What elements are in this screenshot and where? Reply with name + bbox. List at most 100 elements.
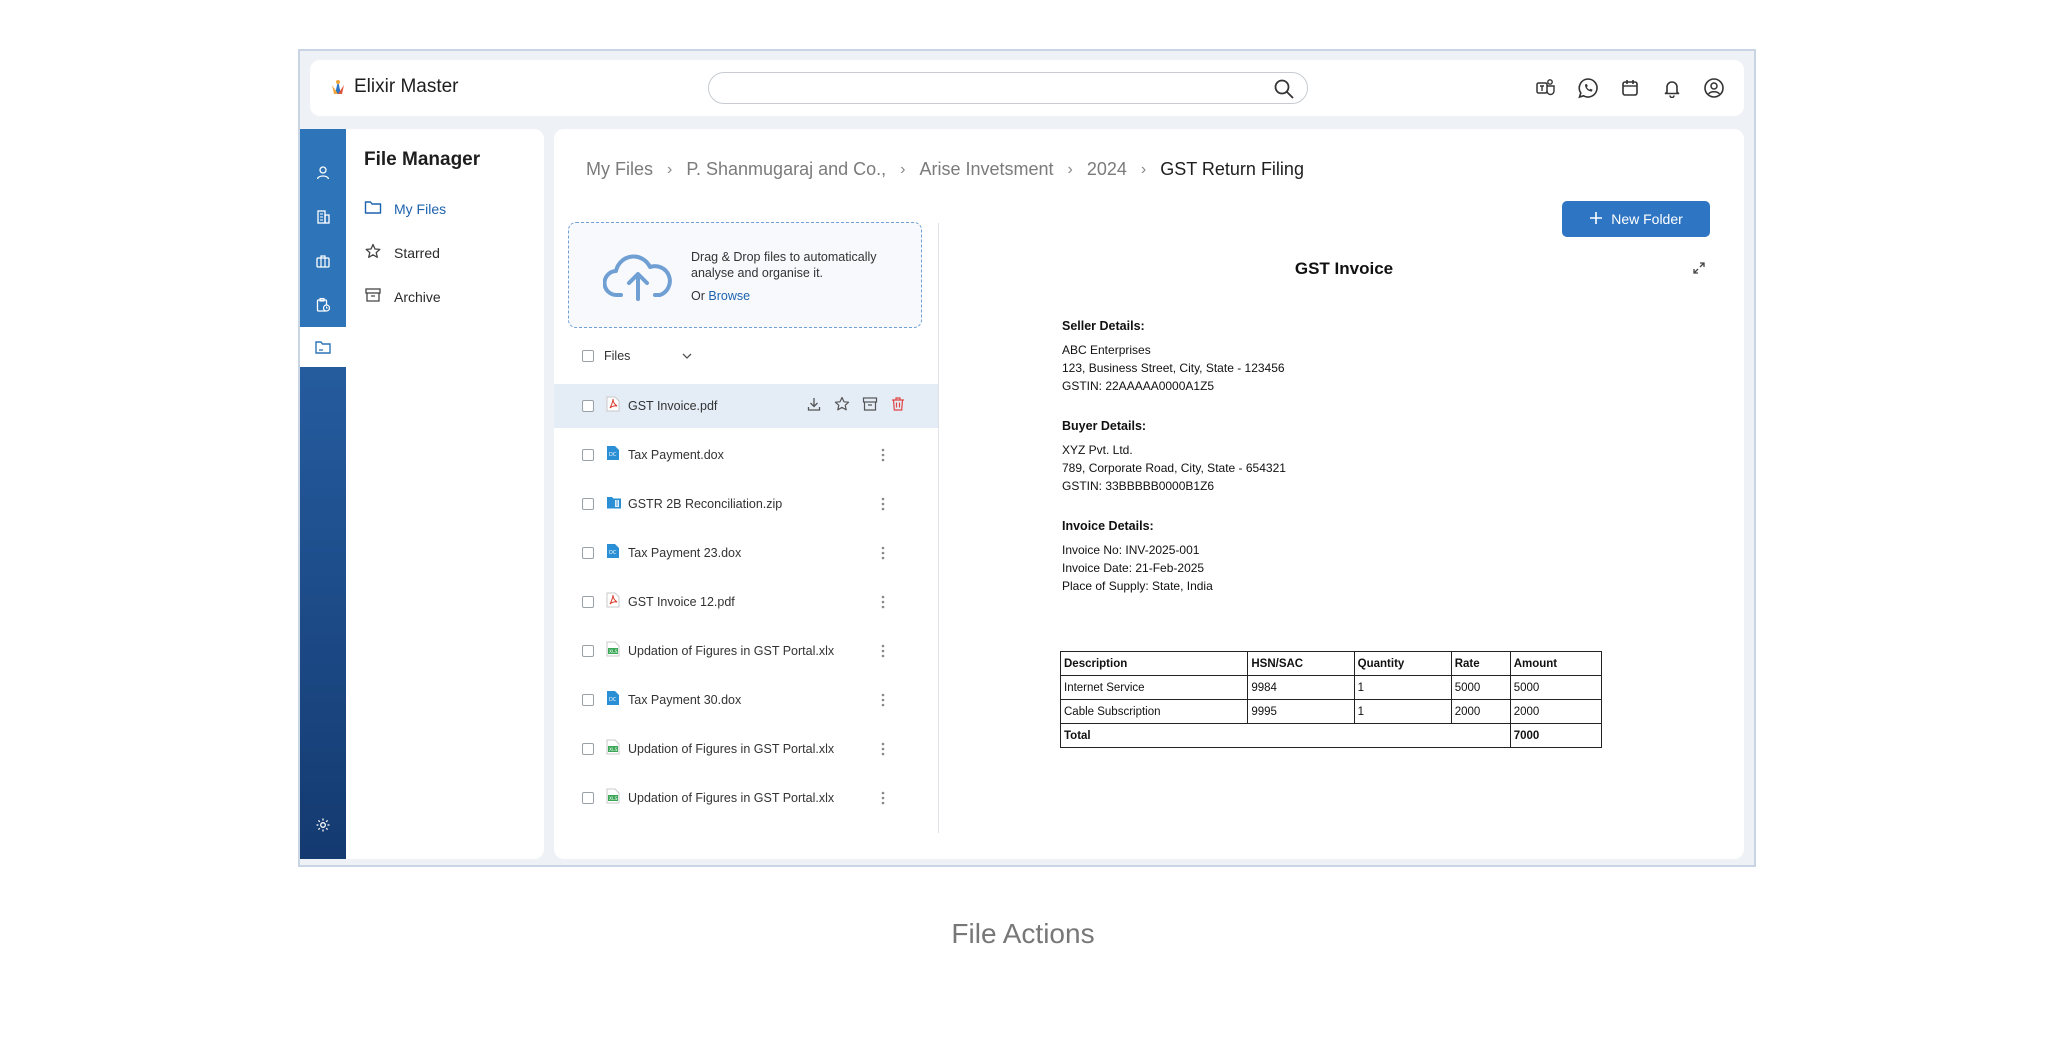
svg-text:DC: DC bbox=[609, 550, 617, 556]
doc-file-icon: DC bbox=[606, 543, 620, 564]
file-name: GST Invoice.pdf bbox=[628, 399, 718, 413]
calendar-icon[interactable] bbox=[1618, 76, 1642, 100]
buyer-details: Buyer Details: XYZ Pvt. Ltd. 789, Corpor… bbox=[1062, 417, 1286, 495]
file-checkbox[interactable] bbox=[582, 498, 594, 510]
top-icons bbox=[1534, 76, 1726, 100]
rail-briefcase-icon[interactable] bbox=[300, 241, 346, 281]
star-icon[interactable] bbox=[834, 396, 850, 417]
select-all-checkbox[interactable] bbox=[582, 350, 594, 362]
file-row[interactable]: DC Tax Payment.dox bbox=[554, 433, 938, 477]
breadcrumb-item[interactable]: Arise Invetsment bbox=[919, 159, 1053, 180]
new-folder-button[interactable]: New Folder bbox=[1562, 201, 1710, 237]
file-checkbox[interactable] bbox=[582, 645, 594, 657]
column-header: Amount bbox=[1509, 651, 1603, 676]
file-checkbox[interactable] bbox=[582, 792, 594, 804]
whatsapp-icon[interactable] bbox=[1576, 76, 1600, 100]
file-manager-sidebar: File Manager My Files Starred Archive bbox=[346, 129, 544, 859]
section-heading: Invoice Details: bbox=[1062, 519, 1154, 533]
file-row[interactable]: DC Tax Payment 23.dox bbox=[554, 531, 938, 575]
more-options-icon[interactable] bbox=[881, 741, 885, 762]
more-options-icon[interactable] bbox=[881, 692, 885, 713]
svg-text:XLS: XLS bbox=[609, 747, 618, 753]
app-window: Elixir Master File Manager My Files Star… bbox=[298, 49, 1756, 867]
bell-icon[interactable] bbox=[1660, 76, 1684, 100]
search-icon[interactable] bbox=[1273, 78, 1295, 105]
chevron-right-icon: › bbox=[900, 160, 906, 178]
table-cell: 1 bbox=[1353, 675, 1452, 700]
xls-file-icon: XLS bbox=[606, 641, 620, 662]
file-row[interactable]: DC Tax Payment 30.dox bbox=[554, 678, 938, 722]
dropzone-text: Drag & Drop files to automatically analy… bbox=[691, 250, 877, 280]
doc-file-icon: DC bbox=[606, 445, 620, 466]
search-input[interactable] bbox=[708, 72, 1308, 104]
teams-icon[interactable] bbox=[1534, 76, 1558, 100]
download-icon[interactable] bbox=[806, 396, 822, 417]
file-row[interactable]: XLS Updation of Figures in GST Portal.xl… bbox=[554, 727, 938, 771]
more-options-icon[interactable] bbox=[881, 643, 885, 664]
browse-link[interactable]: Browse bbox=[708, 289, 750, 303]
buyer-line: 789, Corporate Road, City, State - 65432… bbox=[1062, 461, 1286, 475]
sidebar-item-starred[interactable]: Starred bbox=[364, 243, 440, 262]
zip-file-icon bbox=[606, 494, 622, 515]
sidebar-title: File Manager bbox=[364, 149, 481, 170]
sidebar-item-label: Archive bbox=[394, 288, 441, 305]
plus-icon bbox=[1589, 211, 1603, 228]
seller-line: GSTIN: 22AAAAA0000A1Z5 bbox=[1062, 379, 1215, 393]
column-header: Quantity bbox=[1353, 651, 1452, 676]
file-checkbox[interactable] bbox=[582, 449, 594, 461]
dropzone-or: Or Browse bbox=[691, 289, 750, 303]
rail-settings-icon[interactable] bbox=[300, 805, 346, 845]
buyer-line: XYZ Pvt. Ltd. bbox=[1062, 443, 1133, 457]
expand-icon[interactable] bbox=[1692, 261, 1706, 280]
file-row[interactable]: GST Invoice.pdf bbox=[554, 384, 938, 428]
column-header: Description bbox=[1059, 651, 1249, 676]
file-name: GSTR 2B Reconciliation.zip bbox=[628, 497, 783, 511]
table-cell: Cable Subscription bbox=[1059, 699, 1249, 724]
table-cell: 5000 bbox=[1450, 675, 1511, 700]
invoice-title: GST Invoice bbox=[1294, 259, 1394, 278]
breadcrumb-item[interactable]: 2024 bbox=[1087, 159, 1127, 180]
file-row[interactable]: XLS Updation of Figures in GST Portal.xl… bbox=[554, 776, 938, 820]
archive-icon[interactable] bbox=[862, 396, 878, 417]
svg-text:DC: DC bbox=[609, 452, 617, 458]
file-checkbox[interactable] bbox=[582, 596, 594, 608]
table-cell: 1 bbox=[1353, 699, 1452, 724]
chevron-right-icon: › bbox=[667, 160, 673, 178]
trash-icon[interactable] bbox=[890, 396, 906, 417]
breadcrumb-item[interactable]: My Files bbox=[586, 159, 653, 180]
more-options-icon[interactable] bbox=[881, 594, 885, 615]
sidebar-item-my-files[interactable]: My Files bbox=[364, 199, 446, 218]
rail-building-icon[interactable] bbox=[300, 197, 346, 237]
file-checkbox[interactable] bbox=[582, 400, 594, 412]
chevron-right-icon: › bbox=[1067, 160, 1073, 178]
sidebar-item-archive[interactable]: Archive bbox=[364, 287, 441, 306]
more-options-icon[interactable] bbox=[881, 447, 885, 468]
profile-icon[interactable] bbox=[1702, 76, 1726, 100]
file-row[interactable]: GSTR 2B Reconciliation.zip bbox=[554, 482, 938, 526]
file-checkbox[interactable] bbox=[582, 694, 594, 706]
files-header: Files bbox=[582, 349, 692, 363]
invoice-line: Invoice Date: 21-Feb-2025 bbox=[1062, 561, 1205, 575]
file-checkbox[interactable] bbox=[582, 743, 594, 755]
table-row: Internet Service 9984 1 5000 5000 bbox=[1059, 675, 1603, 700]
rail-file-manager-icon[interactable] bbox=[300, 327, 346, 367]
column-header: HSN/SAC bbox=[1247, 651, 1355, 676]
seller-line: ABC Enterprises bbox=[1062, 343, 1151, 357]
folder-icon bbox=[364, 199, 382, 218]
file-checkbox[interactable] bbox=[582, 547, 594, 559]
file-row[interactable]: XLS Updation of Figures in GST Portal.xl… bbox=[554, 629, 938, 673]
invoice-table: Description HSN/SAC Quantity Rate Amount… bbox=[1059, 651, 1603, 748]
file-row[interactable]: GST Invoice 12.pdf bbox=[554, 580, 938, 624]
rail-clipboard-clock-icon[interactable] bbox=[300, 285, 346, 325]
svg-text:DC: DC bbox=[609, 697, 617, 703]
file-dropzone[interactable]: Drag & Drop files to automatically analy… bbox=[568, 222, 922, 328]
buyer-line: GSTIN: 33BBBBB0000B1Z6 bbox=[1062, 479, 1215, 493]
dropzone-or-label: Or bbox=[691, 289, 705, 303]
rail-user-icon[interactable] bbox=[300, 153, 346, 193]
more-options-icon[interactable] bbox=[881, 545, 885, 566]
brand[interactable]: Elixir Master bbox=[328, 76, 459, 98]
more-options-icon[interactable] bbox=[881, 496, 885, 517]
chevron-down-icon[interactable] bbox=[682, 349, 692, 363]
more-options-icon[interactable] bbox=[881, 790, 885, 811]
breadcrumb-item[interactable]: P. Shanmugaraj and Co., bbox=[686, 159, 886, 180]
